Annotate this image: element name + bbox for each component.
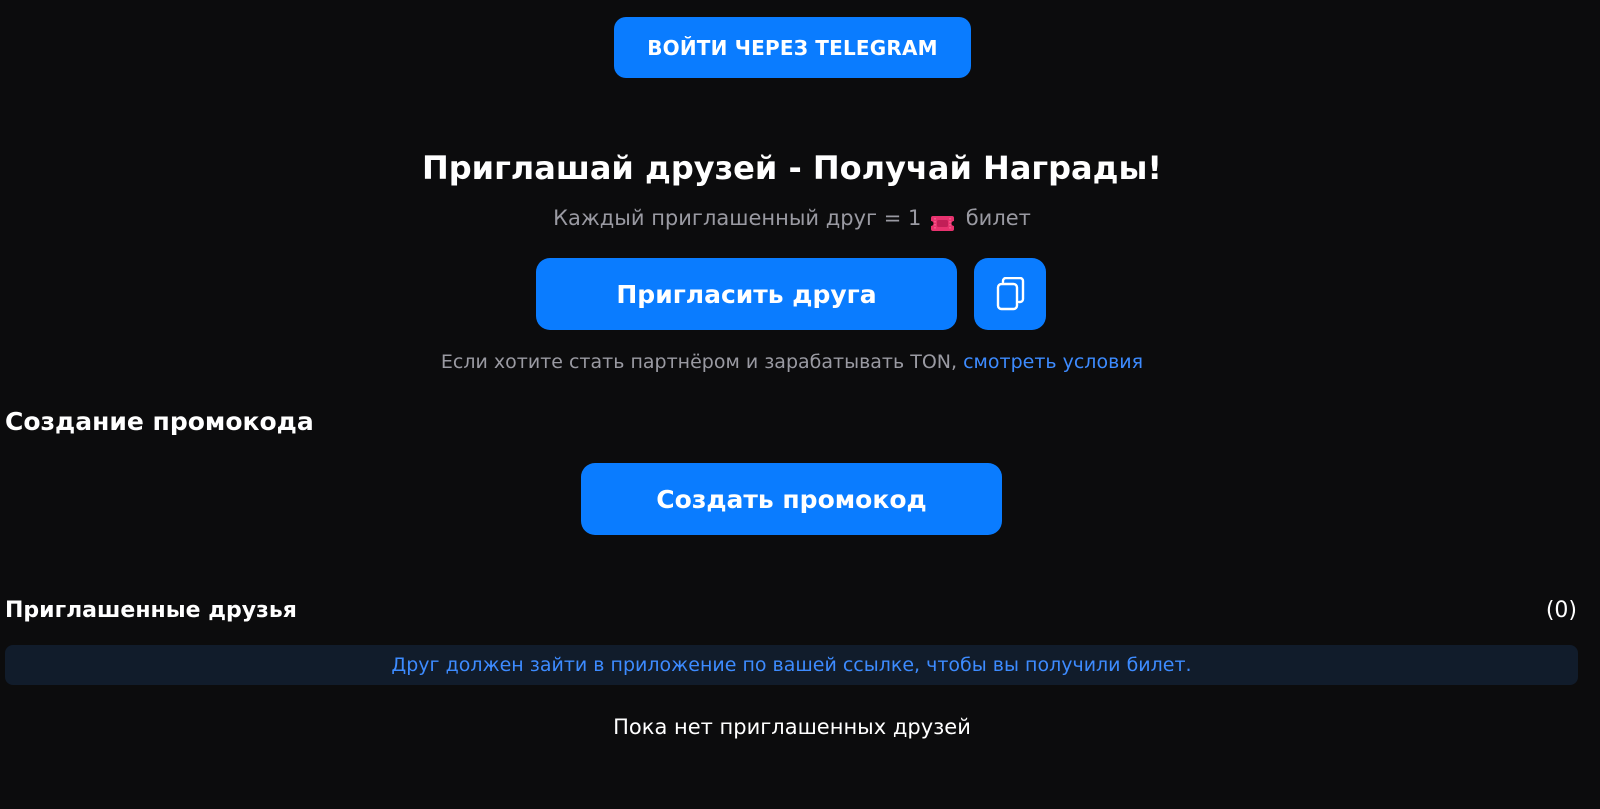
info-banner-text: Друг должен зайти в приложение по вашей … (391, 654, 1192, 676)
partner-text: Если хотите стать партнёром и зарабатыва… (440, 351, 958, 373)
subtitle-suffix: билет (965, 206, 1031, 230)
promo-section-title: Создание промокода (5, 407, 314, 436)
invited-friends-title: Приглашенные друзья (5, 598, 297, 623)
invite-friend-button[interactable]: Пригласить друга (536, 258, 957, 330)
info-banner: Друг должен зайти в приложение по вашей … (5, 645, 1578, 685)
telegram-login-button[interactable]: ВОЙТИ ЧЕРЕЗ TELEGRAM (614, 17, 971, 78)
partner-terms-link[interactable]: смотреть условия (963, 351, 1143, 373)
create-promo-button[interactable]: Создать промокод (581, 463, 1002, 535)
copy-icon (994, 277, 1026, 311)
hero-subtitle: Каждый приглашенный друг = 1 билет (0, 202, 1584, 234)
ticket-icon (930, 209, 955, 231)
invited-friends-count: (0) (1545, 598, 1577, 623)
copy-link-button[interactable] (974, 258, 1046, 330)
page-title: Приглашай друзей - Получай Награды! (421, 149, 1163, 187)
empty-friends-message: Пока нет приглашенных друзей (613, 715, 971, 739)
referral-page: ВОЙТИ ЧЕРЕЗ TELEGRAM Приглашай друзей - … (0, 0, 1600, 809)
partner-info: Если хотите стать партнёром и зарабатыва… (0, 348, 1584, 376)
subtitle-prefix: Каждый приглашенный друг = 1 (553, 206, 922, 230)
